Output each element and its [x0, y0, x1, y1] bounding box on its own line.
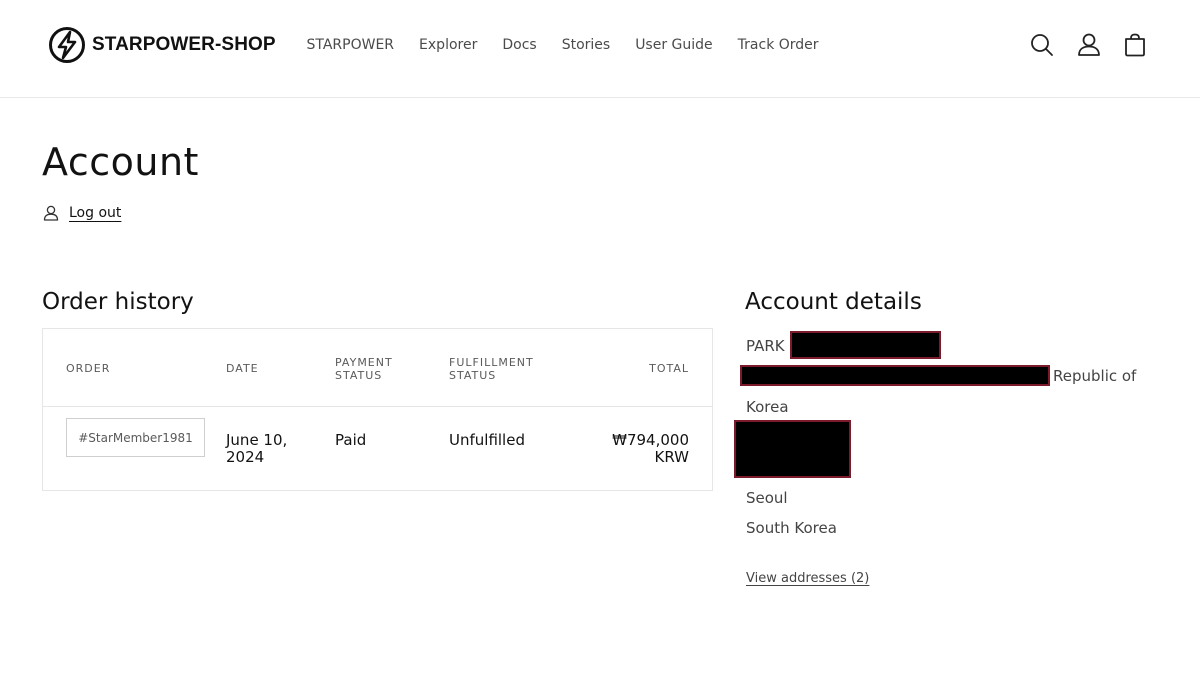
order-history-table: ORDER DATE PAYMENT STATUS FULFILLMENT ST… — [42, 328, 713, 491]
search-icon — [1031, 34, 1053, 56]
account-country: South Korea — [746, 519, 837, 537]
search-button[interactable] — [1028, 31, 1056, 59]
order-date: June 10, 2024 — [226, 431, 288, 466]
order-link-button[interactable]: #StarMember1981 — [66, 418, 205, 457]
cart-icon — [1125, 33, 1145, 57]
nav-item-track-order[interactable]: Track Order — [725, 34, 831, 56]
account-icon — [1078, 33, 1100, 56]
brand-name: STARPOWER-SHOP — [92, 34, 276, 55]
nav-item-explorer[interactable]: Explorer — [407, 34, 490, 56]
fulfillment-status: Unfulfilled — [449, 431, 525, 449]
cart-button[interactable] — [1121, 31, 1149, 59]
page-title: Account — [42, 140, 199, 184]
column-header-payment-status: PAYMENT STATUS — [335, 356, 393, 382]
account-details-title: Account details — [745, 289, 922, 315]
account-name-prefix: PARK — [746, 337, 785, 355]
nav-item-starpower[interactable]: STARPOWER — [294, 34, 407, 56]
account-icon — [43, 205, 59, 221]
redacted-address-line — [740, 365, 1050, 386]
account-country-line-1: Republic of — [1053, 367, 1137, 385]
nav-item-docs[interactable]: Docs — [490, 34, 549, 56]
order-history-title: Order history — [42, 289, 194, 315]
redacted-name — [790, 331, 941, 359]
site-header: STARPOWER-SHOP STARPOWER Explorer Docs S… — [0, 0, 1200, 98]
column-header-total: TOTAL — [649, 362, 689, 375]
account-button[interactable] — [1075, 31, 1103, 59]
redacted-address-block — [734, 420, 851, 478]
column-header-fulfillment-status: FULFILLMENT STATUS — [449, 356, 534, 382]
view-addresses-link[interactable]: View addresses (2) — [746, 571, 869, 586]
lightning-bolt-icon — [49, 27, 85, 63]
column-header-order: ORDER — [66, 362, 111, 375]
logout-link[interactable]: Log out — [69, 205, 121, 221]
account-country-line-2: Korea — [746, 398, 789, 416]
brand-logo[interactable]: STARPOWER-SHOP — [48, 25, 276, 65]
nav-item-user-guide[interactable]: User Guide — [623, 34, 725, 56]
order-total: ₩794,000 KRW — [612, 431, 689, 466]
logout-link-wrap[interactable]: Log out — [42, 204, 121, 222]
main-nav: STARPOWER Explorer Docs Stories User Gui… — [294, 34, 831, 56]
nav-item-stories[interactable]: Stories — [549, 34, 623, 56]
column-header-date: DATE — [226, 362, 259, 375]
table-header: ORDER DATE PAYMENT STATUS FULFILLMENT ST… — [43, 329, 712, 407]
payment-status: Paid — [335, 431, 367, 449]
account-city: Seoul — [746, 489, 788, 507]
